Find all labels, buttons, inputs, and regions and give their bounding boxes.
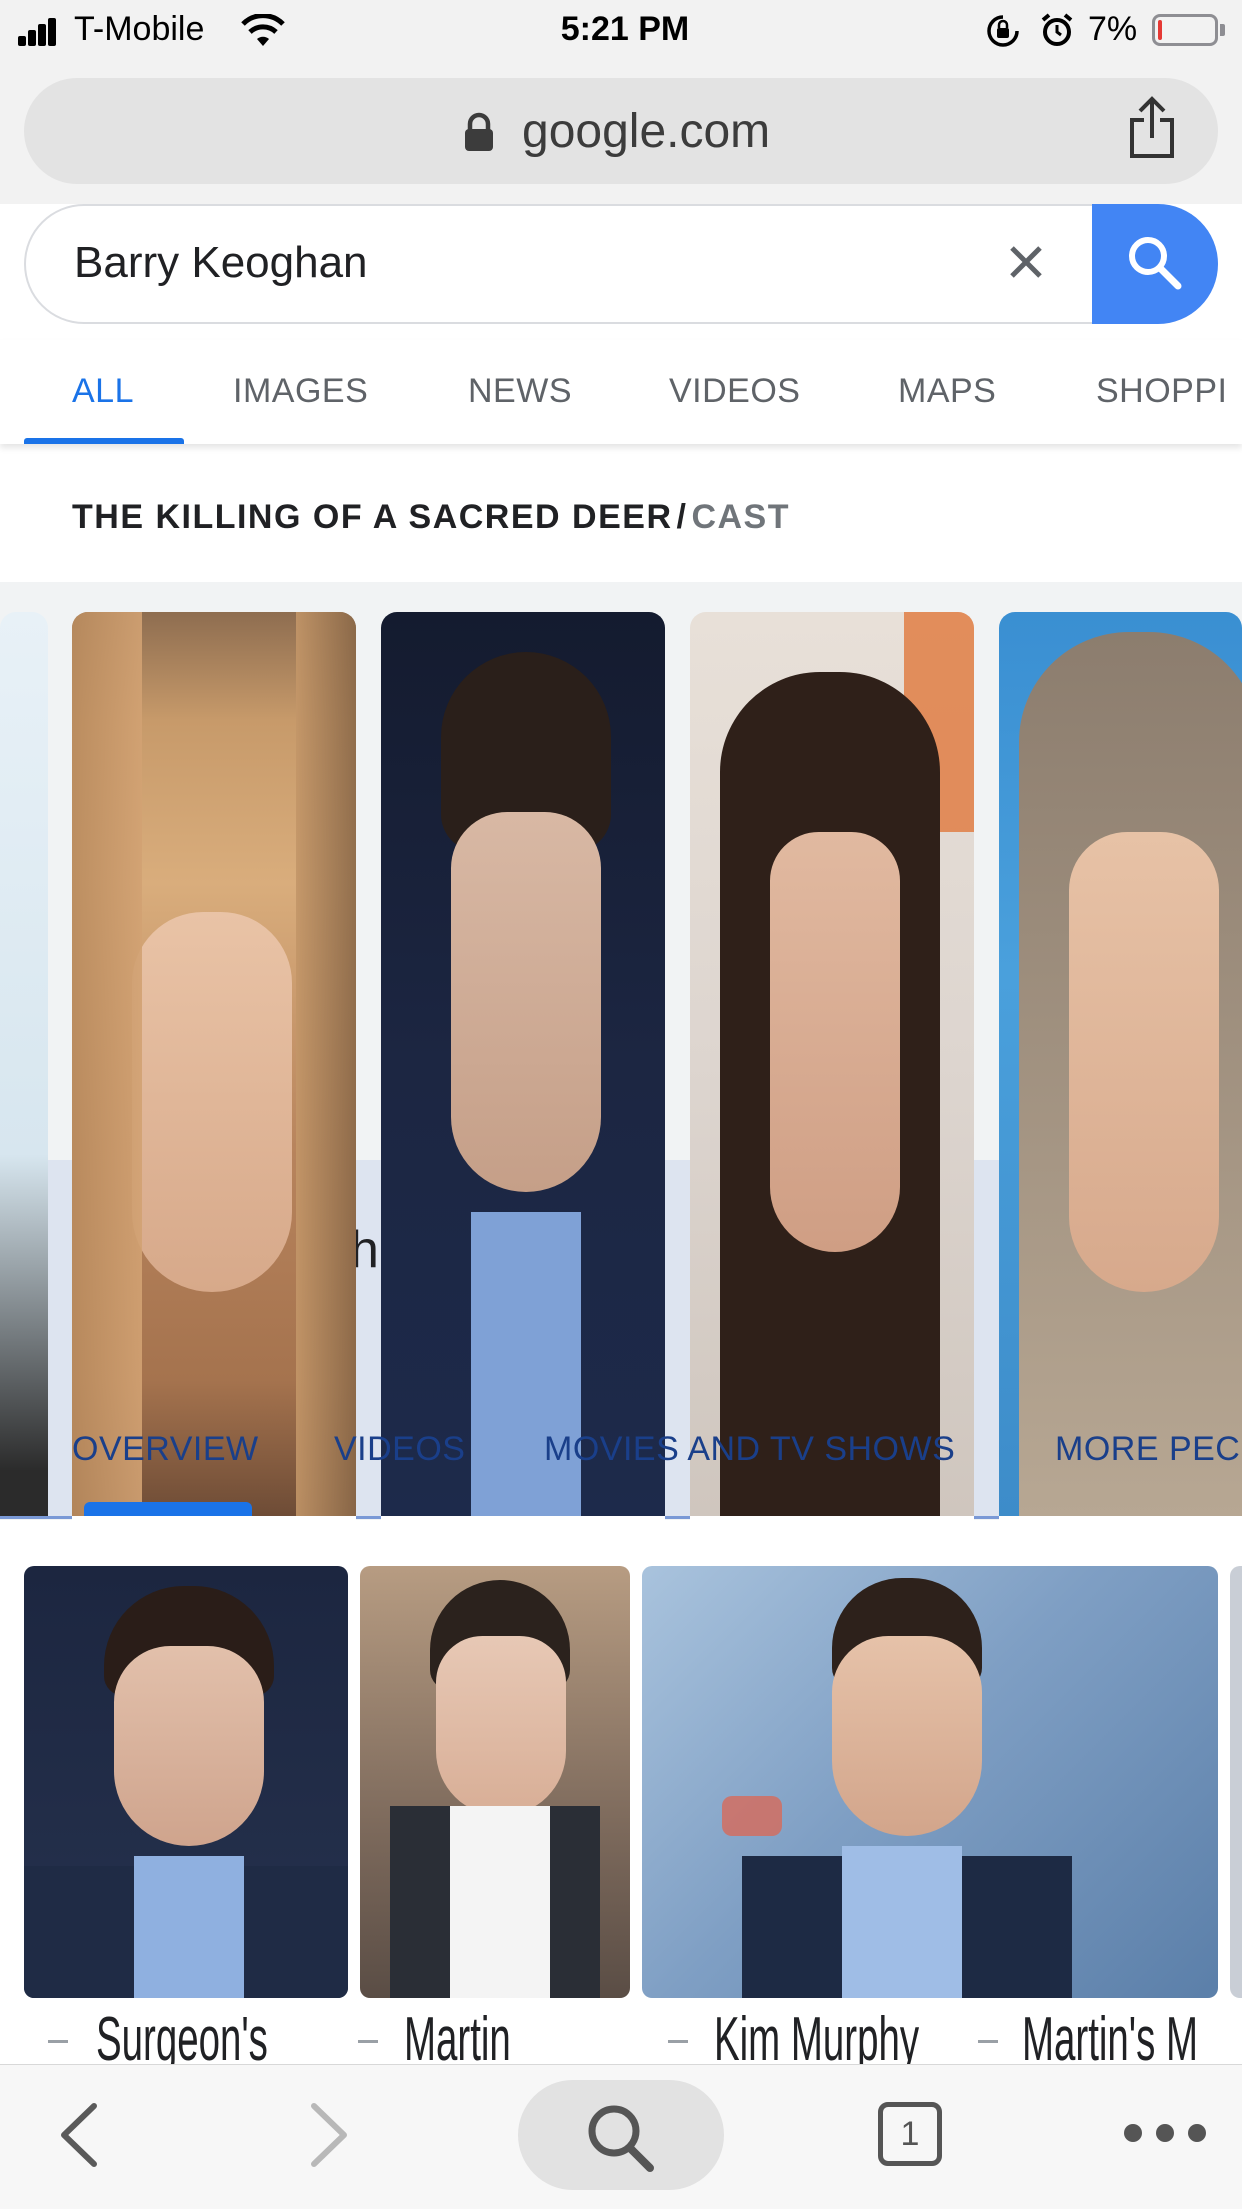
close-icon[interactable] xyxy=(1004,240,1048,284)
chevron-right-icon[interactable] xyxy=(306,2102,352,2168)
caption-divider xyxy=(668,2040,688,2043)
toolbar-search-button[interactable] xyxy=(518,2080,724,2190)
active-tab-indicator xyxy=(24,438,184,444)
search-button[interactable] xyxy=(1092,204,1218,324)
orientation-lock-icon xyxy=(987,15,1019,47)
lock-icon xyxy=(465,112,493,151)
movie-title[interactable]: THE KILLING OF A SACRED DEER xyxy=(72,498,673,536)
subtab-videos[interactable]: VIDEOS xyxy=(334,1430,465,1469)
tab-switcher-button[interactable]: 1 xyxy=(878,2102,942,2166)
chevron-left-icon[interactable] xyxy=(56,2102,102,2168)
alarm-icon xyxy=(1041,13,1073,46)
cast-card-photo[interactable] xyxy=(381,612,665,1516)
cast-card-caption-area xyxy=(381,1516,665,1570)
tab-images[interactable]: IMAGES xyxy=(233,372,368,411)
cast-card-partial-left[interactable] xyxy=(0,612,48,1516)
tab-shopping[interactable]: SHOPPI xyxy=(1096,372,1242,411)
url-text[interactable]: google.com xyxy=(522,104,770,159)
caption-divider xyxy=(978,2040,998,2043)
tab-maps[interactable]: MAPS xyxy=(898,372,996,411)
subtab-more-people[interactable]: MORE PEC xyxy=(1055,1430,1242,1469)
tab-all[interactable]: ALL xyxy=(72,372,134,411)
tab-videos[interactable]: VIDEOS xyxy=(669,372,800,411)
photo-tile[interactable] xyxy=(24,1566,348,1998)
cast-card-caption-area xyxy=(690,1516,974,1570)
subtab-movies-and-tv[interactable]: MOVIES AND TV SHOWS xyxy=(544,1430,955,1469)
subtab-active-indicator xyxy=(84,1502,252,1516)
cast-card-caption-area xyxy=(999,1516,1242,1570)
search-icon xyxy=(588,2105,654,2172)
tab-news[interactable]: NEWS xyxy=(468,372,572,411)
search-tabs xyxy=(0,340,1242,444)
battery-percentage: 7% xyxy=(1088,10,1138,48)
search-icon xyxy=(1129,237,1182,290)
battery-cap xyxy=(1220,24,1225,36)
battery-icon xyxy=(1152,14,1218,46)
cast-card-photo[interactable] xyxy=(690,612,974,1516)
more-icon[interactable] xyxy=(1124,2124,1206,2144)
share-icon[interactable] xyxy=(1126,96,1178,160)
photo-tile[interactable] xyxy=(642,1566,1218,1998)
cast-card-caption-area xyxy=(72,1516,356,1570)
cast-card-photo[interactable] xyxy=(72,612,356,1516)
cast-label: CAST xyxy=(691,498,791,536)
search-query-text[interactable]: Barry Keoghan xyxy=(74,238,368,288)
cast-card-photo[interactable] xyxy=(999,612,1242,1516)
photo-tile[interactable] xyxy=(360,1566,630,1998)
caption-divider xyxy=(358,2040,378,2043)
subtab-overview[interactable]: OVERVIEW xyxy=(72,1430,259,1469)
cast-heading: THE KILLING OF A SACRED DEER / CAST xyxy=(72,498,790,537)
photo-tile-partial[interactable] xyxy=(1230,1566,1242,1998)
caption-divider xyxy=(48,2040,68,2043)
heading-separator: / xyxy=(676,498,688,536)
